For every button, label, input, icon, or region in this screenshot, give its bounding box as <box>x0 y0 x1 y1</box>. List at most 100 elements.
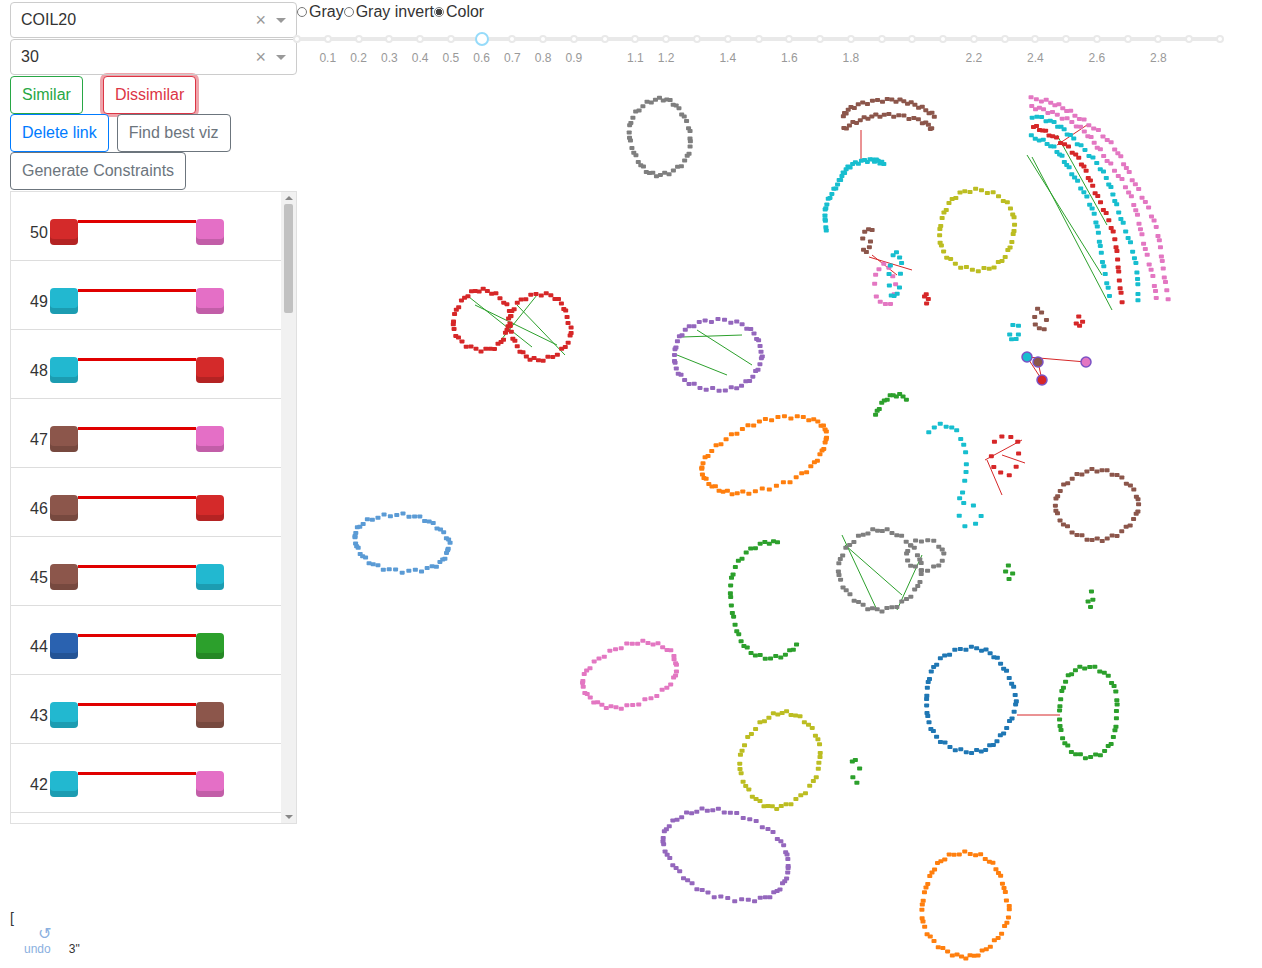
data-point[interactable] <box>901 114 906 118</box>
data-point[interactable] <box>640 639 645 643</box>
data-point[interactable] <box>667 172 672 176</box>
data-point[interactable] <box>1082 117 1087 121</box>
data-point[interactable] <box>619 646 624 650</box>
data-point[interactable] <box>979 188 984 192</box>
data-point[interactable] <box>992 938 997 942</box>
constraint-link[interactable] <box>872 255 897 275</box>
data-point[interactable] <box>731 615 736 619</box>
data-point[interactable] <box>793 713 798 717</box>
data-point[interactable] <box>934 663 939 667</box>
data-point[interactable] <box>684 119 689 123</box>
slider-tick[interactable] <box>1124 35 1132 43</box>
clear-icon[interactable]: × <box>255 10 266 31</box>
data-point[interactable] <box>844 112 849 116</box>
data-point[interactable] <box>763 895 768 899</box>
data-point[interactable] <box>528 293 533 297</box>
data-point[interactable] <box>1162 276 1167 280</box>
data-point[interactable] <box>1135 213 1140 217</box>
data-point[interactable] <box>717 489 722 493</box>
data-point[interactable] <box>1135 282 1140 286</box>
data-point[interactable] <box>722 318 727 322</box>
data-point[interactable] <box>1010 572 1015 576</box>
data-point[interactable] <box>1072 114 1077 118</box>
data-point[interactable] <box>1084 169 1089 173</box>
data-point[interactable] <box>749 651 754 655</box>
data-point[interactable] <box>1045 111 1050 115</box>
data-point[interactable] <box>1097 240 1102 244</box>
data-point[interactable] <box>734 432 739 436</box>
data-point[interactable] <box>512 307 517 311</box>
data-point[interactable] <box>919 568 924 572</box>
data-point[interactable] <box>1124 166 1129 170</box>
data-point[interactable] <box>353 541 358 545</box>
data-point[interactable] <box>874 295 879 299</box>
data-point[interactable] <box>1084 194 1089 198</box>
data-point[interactable] <box>660 645 665 649</box>
data-point[interactable] <box>757 362 762 366</box>
data-point[interactable] <box>1123 230 1128 234</box>
data-point[interactable] <box>1136 502 1141 506</box>
data-point[interactable] <box>1082 130 1087 134</box>
data-point[interactable] <box>697 386 702 390</box>
data-point[interactable] <box>995 656 1000 660</box>
data-point[interactable] <box>1100 539 1105 543</box>
data-point[interactable] <box>958 437 963 441</box>
data-point[interactable] <box>920 903 925 907</box>
data-point[interactable] <box>1003 570 1008 574</box>
data-point[interactable] <box>778 656 783 660</box>
data-point[interactable] <box>941 551 946 555</box>
data-point[interactable] <box>970 268 975 272</box>
data-point[interactable] <box>763 657 768 661</box>
data-point[interactable] <box>938 422 943 426</box>
data-point[interactable] <box>1088 178 1093 182</box>
data-point[interactable] <box>1100 468 1105 472</box>
data-point[interactable] <box>697 320 702 324</box>
data-point[interactable] <box>1130 178 1135 182</box>
data-point[interactable] <box>1015 440 1020 444</box>
data-point[interactable] <box>510 337 515 341</box>
data-point[interactable] <box>1006 915 1011 919</box>
data-point[interactable] <box>1055 494 1060 498</box>
data-point[interactable] <box>991 190 996 194</box>
data-point[interactable] <box>655 641 660 645</box>
data-point[interactable] <box>1119 475 1124 479</box>
slider-tick[interactable] <box>816 35 824 43</box>
data-point[interactable] <box>1056 102 1061 106</box>
data-point[interactable] <box>728 595 733 599</box>
data-point[interactable] <box>1116 270 1121 274</box>
data-point[interactable] <box>668 682 673 686</box>
data-point[interactable] <box>1106 674 1111 678</box>
data-point[interactable] <box>934 735 939 739</box>
data-point[interactable] <box>860 101 865 105</box>
data-point[interactable] <box>815 420 820 424</box>
data-point[interactable] <box>766 716 771 720</box>
data-point[interactable] <box>816 767 821 771</box>
data-point[interactable] <box>1053 504 1058 508</box>
data-point[interactable] <box>1034 124 1039 128</box>
data-point[interactable] <box>1005 248 1010 252</box>
data-point[interactable] <box>1034 97 1039 101</box>
data-point[interactable] <box>1074 533 1079 537</box>
data-point[interactable] <box>850 775 855 779</box>
data-point[interactable] <box>789 713 794 717</box>
data-point[interactable] <box>729 432 734 436</box>
data-point[interactable] <box>479 349 484 353</box>
data-point[interactable] <box>962 189 967 193</box>
data-point[interactable] <box>644 170 649 174</box>
data-point[interactable] <box>937 233 942 237</box>
data-point[interactable] <box>607 649 612 653</box>
data-point[interactable] <box>936 945 941 949</box>
data-point[interactable] <box>630 116 635 120</box>
data-point[interactable] <box>1057 717 1062 721</box>
data-point[interactable] <box>841 585 846 589</box>
data-point[interactable] <box>1065 481 1070 485</box>
data-point[interactable] <box>740 322 745 326</box>
data-point[interactable] <box>847 592 852 596</box>
data-point[interactable] <box>675 818 680 822</box>
data-point[interactable] <box>636 703 641 707</box>
data-point[interactable] <box>1108 161 1113 165</box>
data-point[interactable] <box>737 762 742 766</box>
slider-tick[interactable] <box>385 35 393 43</box>
data-point[interactable] <box>976 269 981 273</box>
data-point[interactable] <box>780 881 785 885</box>
